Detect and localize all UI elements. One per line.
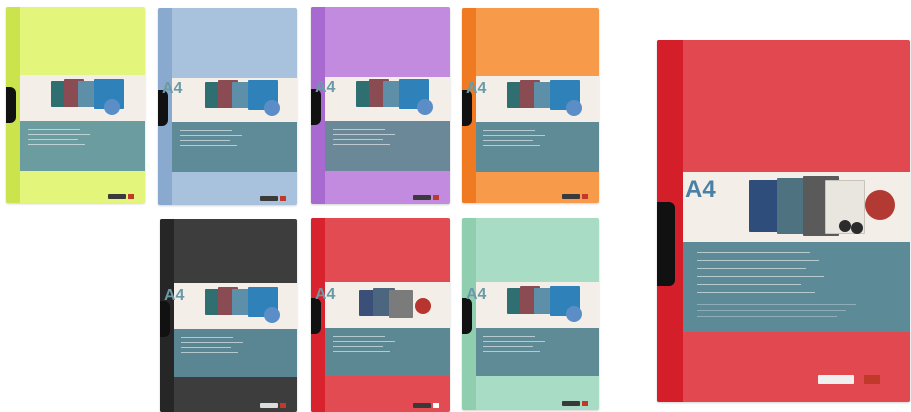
a4-label: A4 xyxy=(164,287,185,304)
clip-icon xyxy=(657,202,675,286)
folder-black: A4 xyxy=(160,219,297,412)
a4-label: A4 xyxy=(466,286,487,303)
a4-label: A4 xyxy=(466,80,487,97)
a4-label: A4 xyxy=(315,79,336,96)
folder-lime xyxy=(6,7,145,203)
a4-label: A4 xyxy=(162,80,183,97)
clip-icon xyxy=(160,301,170,337)
folder-orange: A4 xyxy=(462,8,599,203)
a4-label: A4 xyxy=(315,286,336,303)
folder-mint: A4 xyxy=(462,218,599,410)
folder-red: A4 xyxy=(311,218,450,412)
folder-featured-red: A4 xyxy=(657,40,910,402)
clip-icon xyxy=(6,87,16,123)
folder-purple: A4 xyxy=(311,7,450,204)
a4-label: A4 xyxy=(685,176,716,203)
folder-blue: A4 xyxy=(158,8,297,205)
